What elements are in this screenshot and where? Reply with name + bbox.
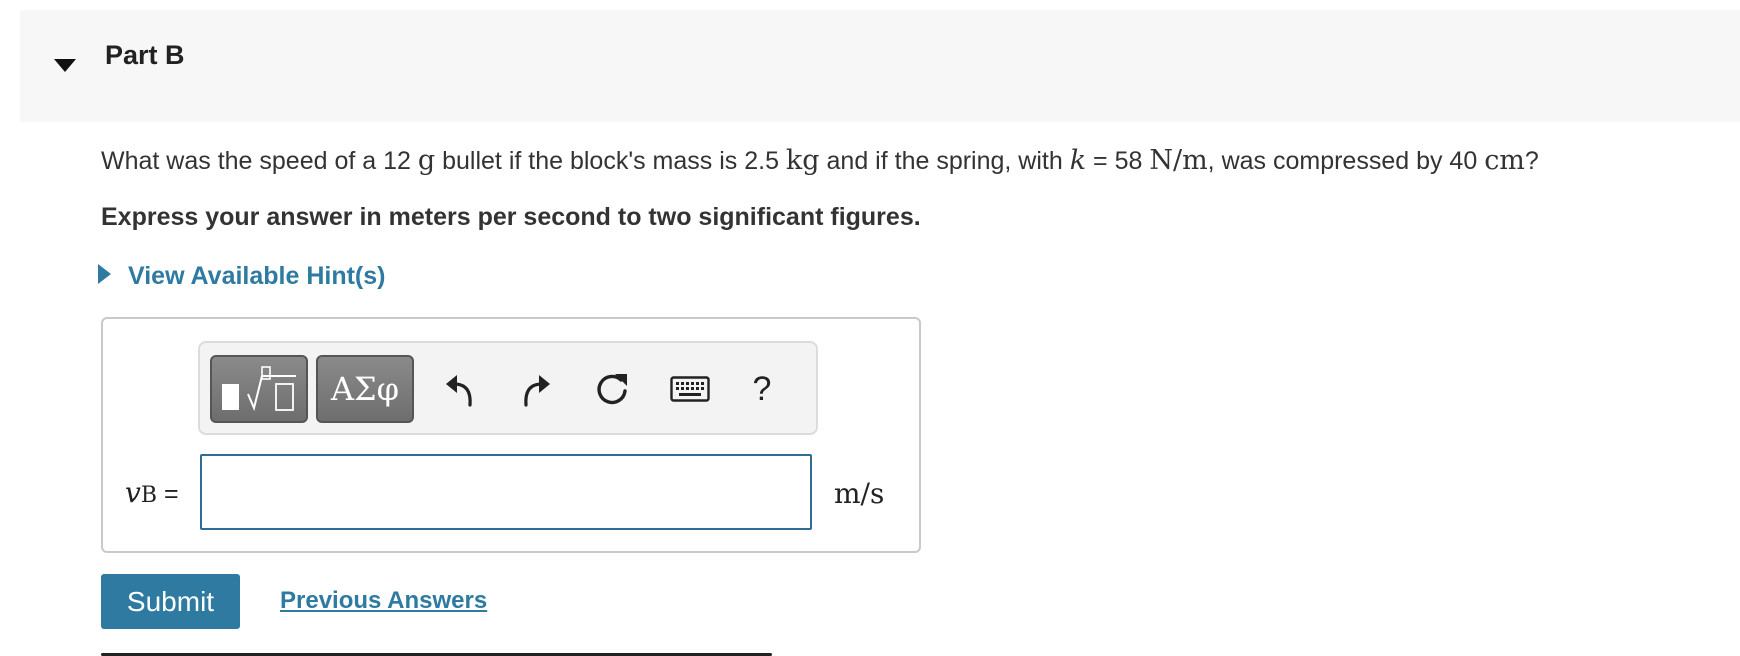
templates-button[interactable] [210,355,308,423]
view-hints-toggle[interactable]: View Available Hint(s) [98,258,385,294]
symbols-button[interactable]: ΑΣφ [316,355,414,423]
view-hints-link[interactable]: View Available Hint(s) [128,262,385,291]
answer-unit: m/s [834,477,885,510]
reset-button[interactable] [584,355,640,423]
part-header: Part B [20,10,1740,122]
caret-down-icon [54,59,76,72]
answer-input[interactable] [200,454,812,530]
keyboard-button[interactable] [662,355,718,423]
undo-button[interactable] [432,355,488,423]
question-text: What was the speed of a 12 g bullet if t… [101,145,1539,176]
redo-icon [524,375,550,407]
math-toolbar: ΑΣφ ? [198,341,818,435]
submit-button[interactable]: Submit [101,574,240,629]
reset-icon [597,374,627,405]
redo-button[interactable] [508,355,564,423]
templates-icon [222,366,296,412]
help-button[interactable]: ? [734,355,790,423]
part-toggle[interactable] [48,48,88,88]
caret-right-icon [98,263,112,289]
part-title: Part B [105,40,185,70]
answer-box: ΑΣφ ? vB = m/s [101,317,921,553]
keyboard-icon [670,376,710,402]
previous-answers-link[interactable]: Previous Answers [280,587,487,615]
undo-icon [446,375,472,407]
answer-instruction: Express your answer in meters per second… [101,203,921,231]
answer-variable-label: vB = [125,476,179,509]
